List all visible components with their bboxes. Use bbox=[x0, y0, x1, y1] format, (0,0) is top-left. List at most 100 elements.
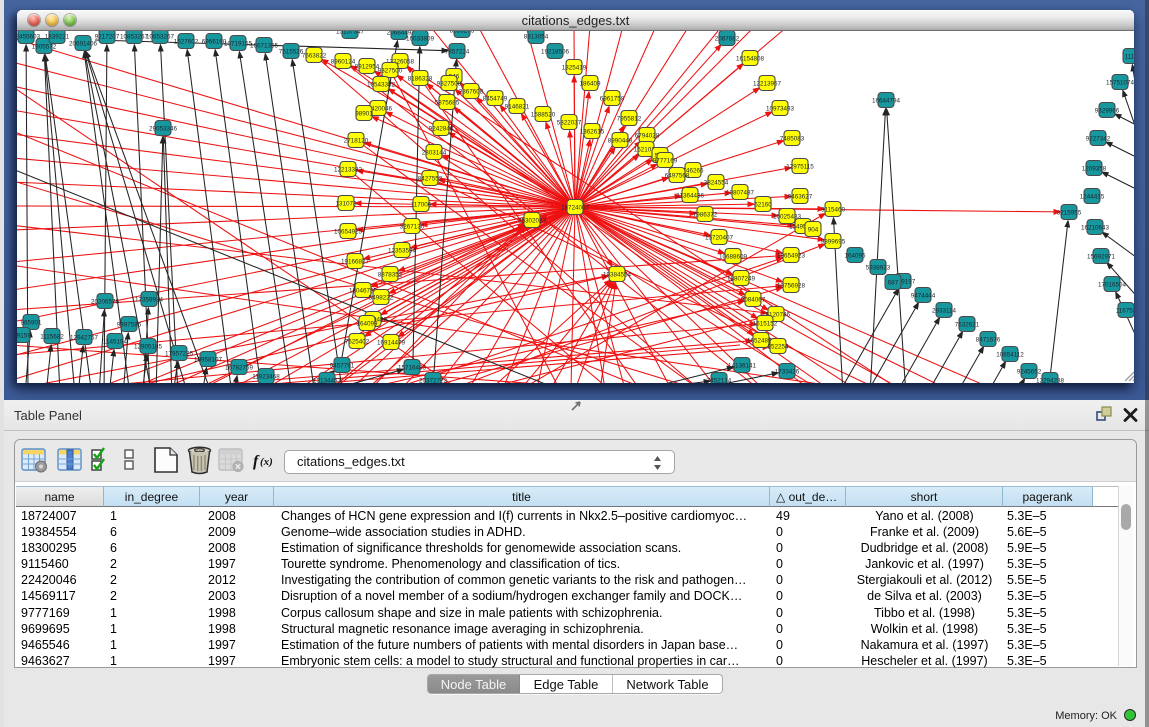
svg-text:6794028: 6794028 bbox=[635, 133, 660, 140]
svg-text:9474444: 9474444 bbox=[911, 293, 936, 300]
svg-text:12213967: 12213967 bbox=[753, 81, 782, 88]
svg-text:12975115: 12975115 bbox=[786, 164, 814, 171]
svg-text:252254: 252254 bbox=[767, 344, 789, 351]
svg-text:116753: 116753 bbox=[1116, 308, 1134, 315]
svg-text:985901: 985901 bbox=[20, 320, 42, 327]
svg-text:10807487: 10807487 bbox=[726, 190, 755, 197]
svg-text:9227342: 9227342 bbox=[1086, 136, 1111, 143]
svg-text:16644794: 16644794 bbox=[872, 98, 901, 105]
svg-text:5938923: 5938923 bbox=[866, 265, 891, 272]
svg-text:8912954: 8912954 bbox=[355, 64, 380, 71]
svg-text:131073: 131073 bbox=[335, 201, 357, 208]
svg-text:9115460: 9115460 bbox=[821, 207, 846, 214]
svg-text:16033809: 16033809 bbox=[406, 36, 435, 43]
svg-text:6497568: 6497568 bbox=[665, 173, 690, 180]
svg-text:9899695: 9899695 bbox=[821, 239, 846, 246]
svg-text:2367608: 2367608 bbox=[459, 89, 484, 96]
svg-text:9397586: 9397586 bbox=[117, 322, 142, 329]
svg-text:13134457: 13134457 bbox=[313, 378, 342, 384]
svg-text:904: 904 bbox=[808, 227, 819, 234]
svg-text:7986372: 7986372 bbox=[693, 212, 718, 219]
svg-text:39159: 39159 bbox=[17, 333, 31, 340]
svg-text:9084067: 9084067 bbox=[741, 297, 766, 304]
svg-text:9242848: 9242848 bbox=[429, 126, 454, 133]
svg-text:21364436: 21364436 bbox=[676, 193, 705, 200]
svg-text:5498222: 5498222 bbox=[369, 295, 394, 302]
svg-text:10973493: 10973493 bbox=[766, 106, 795, 113]
svg-text:9245652: 9245652 bbox=[1017, 369, 1042, 376]
svg-text:1325419: 1325419 bbox=[562, 65, 587, 72]
svg-text:7625402: 7625402 bbox=[345, 339, 370, 346]
svg-text:1244415: 1244415 bbox=[1080, 194, 1105, 201]
svg-text:12942757: 12942757 bbox=[70, 335, 99, 342]
svg-text:10654925: 10654925 bbox=[334, 229, 363, 236]
svg-text:12353594: 12353594 bbox=[388, 248, 417, 255]
svg-text:25302033: 25302033 bbox=[518, 218, 547, 225]
svg-text:2803144: 2803144 bbox=[422, 150, 447, 157]
svg-text:17957225: 17957225 bbox=[165, 351, 194, 358]
svg-text:1362615: 1362615 bbox=[580, 129, 605, 136]
svg-text:1145194: 1145194 bbox=[103, 339, 128, 346]
svg-text:1615152: 1615152 bbox=[753, 321, 778, 328]
svg-text:62160: 62160 bbox=[754, 202, 772, 209]
svg-text:8454749: 8454749 bbox=[483, 96, 508, 103]
svg-text:19654923: 19654923 bbox=[777, 253, 806, 260]
svg-text:12213382: 12213382 bbox=[334, 167, 363, 174]
svg-text:8336273: 8336273 bbox=[450, 31, 475, 35]
svg-text:15751074: 15751074 bbox=[1106, 80, 1134, 87]
svg-text:8427552: 8427552 bbox=[418, 176, 443, 183]
svg-text:7857224: 7857224 bbox=[445, 49, 470, 56]
svg-text:12294238: 12294238 bbox=[1036, 378, 1065, 384]
svg-text:2933114: 2933114 bbox=[932, 308, 957, 315]
svg-text:5875685: 5875685 bbox=[435, 100, 460, 107]
svg-text:10688609: 10688609 bbox=[719, 254, 748, 261]
svg-text:f: f bbox=[253, 453, 260, 470]
svg-text:7452134: 7452134 bbox=[707, 378, 732, 384]
svg-text:2718120: 2718120 bbox=[344, 138, 369, 145]
svg-text:20691406: 20691406 bbox=[69, 41, 98, 48]
svg-text:19218506: 19218506 bbox=[541, 49, 570, 56]
svg-text:10756928: 10756928 bbox=[777, 283, 806, 290]
svg-text:1209358: 1209358 bbox=[1082, 166, 1107, 173]
svg-text:14136141: 14136141 bbox=[728, 363, 757, 370]
svg-text:6961758: 6961758 bbox=[600, 96, 625, 103]
svg-text:9327500: 9327500 bbox=[378, 68, 403, 75]
svg-text:1117: 1117 bbox=[1124, 54, 1134, 61]
svg-text:15692971: 15692971 bbox=[1087, 254, 1116, 261]
svg-text:19384554: 19384554 bbox=[603, 272, 632, 279]
svg-text:9217207: 9217207 bbox=[95, 34, 120, 41]
svg-text:1905572: 1905572 bbox=[32, 44, 57, 51]
svg-text:9329966: 9329966 bbox=[1095, 108, 1120, 115]
svg-text:8471676: 8471676 bbox=[976, 337, 1001, 344]
svg-text:7955812: 7955812 bbox=[617, 116, 642, 123]
svg-text:7632621: 7632621 bbox=[955, 322, 980, 329]
svg-text:687: 687 bbox=[888, 280, 899, 287]
svg-text:10958107: 10958107 bbox=[194, 357, 223, 364]
svg-text:18724007: 18724007 bbox=[561, 205, 590, 212]
svg-text:16671355: 16671355 bbox=[250, 43, 279, 50]
svg-text:17359924: 17359924 bbox=[135, 297, 164, 304]
svg-text:20372723: 20372723 bbox=[419, 378, 448, 384]
svg-text:12905185: 12905185 bbox=[134, 344, 163, 351]
svg-text:10543382: 10543382 bbox=[367, 82, 396, 89]
svg-text:9146821: 9146821 bbox=[505, 104, 530, 111]
svg-text:1115682: 1115682 bbox=[40, 334, 64, 341]
svg-text:3215955: 3215955 bbox=[1057, 210, 1082, 217]
svg-text:16210643: 16210643 bbox=[1081, 225, 1110, 232]
svg-text:117006: 117006 bbox=[411, 202, 432, 209]
svg-text:164095: 164095 bbox=[844, 253, 866, 260]
svg-text:8990448: 8990448 bbox=[608, 138, 633, 145]
svg-text:164099: 164099 bbox=[356, 321, 378, 328]
svg-text:16154808: 16154808 bbox=[736, 56, 765, 63]
svg-text:7663822: 7663822 bbox=[302, 53, 327, 60]
svg-text:3824554: 3824554 bbox=[704, 180, 729, 187]
svg-text:5322037: 5322037 bbox=[557, 120, 582, 127]
svg-text:19166827: 19166827 bbox=[341, 259, 370, 266]
svg-text:7485083: 7485083 bbox=[780, 136, 805, 143]
svg-text:2087682: 2087682 bbox=[715, 36, 740, 43]
svg-text:3267130: 3267130 bbox=[400, 224, 425, 231]
svg-text:20206576: 20206576 bbox=[91, 299, 120, 306]
svg-text:1733426: 1733426 bbox=[775, 369, 800, 376]
svg-text:8878352: 8878352 bbox=[378, 272, 403, 279]
svg-text:15716485: 15716485 bbox=[398, 365, 427, 372]
